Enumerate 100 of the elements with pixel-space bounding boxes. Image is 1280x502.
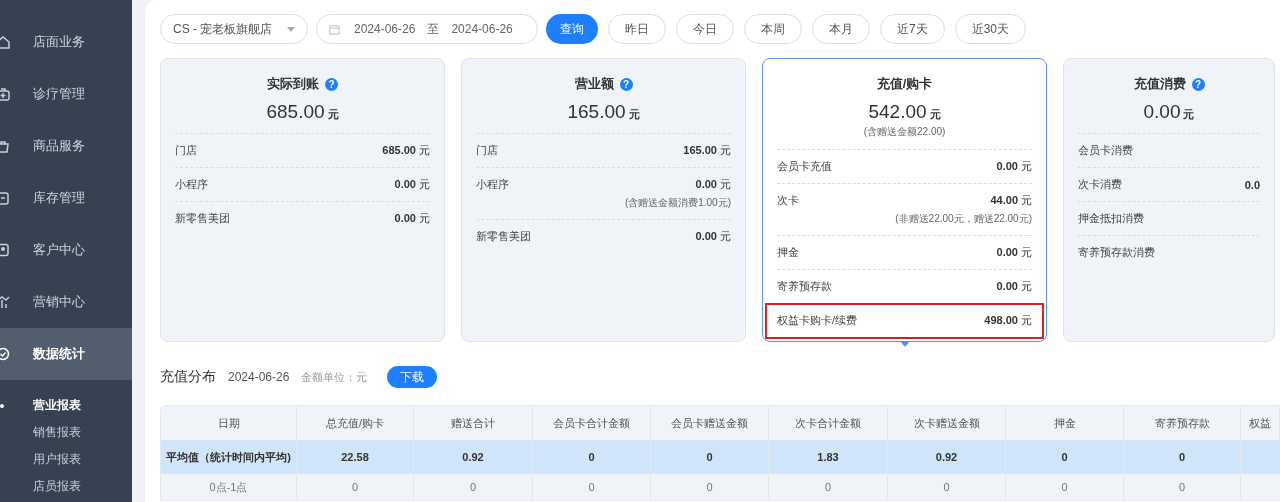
card-amount: 542.00 (868, 101, 927, 122)
row-label: 门店 (175, 143, 197, 158)
sidebar-item[interactable]: 库存管理 (0, 172, 132, 224)
house-icon (0, 35, 10, 49)
date-range-button[interactable]: 近30天 (954, 14, 1027, 44)
value-unit: 元 (720, 230, 731, 242)
row-value: 498.00 (984, 314, 1018, 326)
row-value: 0.00 (996, 160, 1018, 172)
date-range-button[interactable]: 本周 (744, 14, 802, 44)
table-cell: 0 (888, 474, 1006, 500)
query-button[interactable]: 查询 (546, 14, 598, 44)
column-header: 次卡赠送金额 (888, 406, 1006, 440)
row-value: 0.00 (996, 246, 1018, 258)
row-value: 0.00 (996, 280, 1018, 292)
row-label: 次卡消费 (1078, 177, 1122, 192)
submenu-item[interactable]: 用户报表 (0, 446, 132, 473)
row-label: 权益卡购卡/续费 (777, 313, 858, 328)
row-label: 寄养预存款 (777, 279, 832, 294)
amount-unit: 元 (628, 108, 640, 120)
range-separator: 至 (427, 20, 440, 38)
column-header: 权益 (1241, 406, 1280, 440)
sidebar-item[interactable]: 店面业务 (0, 16, 132, 68)
column-header: 总充值/购卡 (297, 406, 414, 440)
row-label: 押金 (777, 245, 799, 260)
row-label: 次卡 (777, 193, 799, 208)
summary-card[interactable]: 实际到账 ? 685.00 元 门店 685.00 元 小程序 0.00 元 新零售美团 0.00 元 (160, 58, 445, 342)
help-icon[interactable]: ? (619, 77, 633, 91)
value-unit: 元 (1021, 280, 1032, 292)
row-label: 新零售美团 (476, 229, 531, 244)
section-title: 充值分布 (160, 368, 216, 386)
start-date: 2024-06-26 (354, 22, 416, 36)
table-cell: 0 (769, 474, 888, 500)
column-header: 会员卡赠送金额 (651, 406, 769, 440)
row-value: 165.00 (683, 144, 717, 156)
value-unit: 元 (720, 144, 731, 156)
help-icon[interactable]: ? (325, 77, 338, 91)
card-amount: 685.00 (266, 101, 325, 122)
person-icon (0, 243, 10, 257)
unit-label: 金额单位：元 (301, 369, 368, 385)
date-range-button[interactable]: 今日 (676, 14, 734, 44)
row-label: 小程序 (476, 177, 509, 192)
submenu-item[interactable]: 店员报表 (0, 473, 132, 500)
value-unit: 元 (419, 144, 430, 156)
card-amount: 165.00 (567, 101, 626, 122)
row-value: 685.00 (382, 144, 416, 156)
bag-icon (0, 139, 10, 153)
amount-unit: 元 (327, 108, 339, 120)
row-value: 0.00 (394, 178, 416, 190)
row-value: 44.00 (990, 194, 1018, 206)
sidebar-item[interactable]: 诊疗管理 (0, 68, 132, 120)
briefcase-icon (0, 87, 10, 101)
chart-icon (0, 295, 10, 309)
row-value: 0.00 (695, 178, 717, 190)
value-unit: 元 (419, 212, 430, 224)
section-date: 2024-06-26 (228, 370, 290, 384)
card-title: 实际到账 (267, 75, 319, 93)
row-value: 0.0 (1244, 178, 1260, 191)
summary-card[interactable]: 充值消费 ? 0.00 元 会员卡消费 次卡消费 0.0 押金抵扣消费 寄养预存款消费 (1063, 58, 1275, 342)
table-cell: 0 (297, 474, 414, 500)
table-cell: 0 (651, 474, 769, 500)
row-note: (非赠送22.00元，赠送22.00元) (894, 212, 1032, 226)
submenu-item[interactable]: 营业报表 (0, 392, 132, 419)
row-label: 寄养预存款消费 (1078, 245, 1155, 260)
row-label: 会员卡消费 (1078, 143, 1133, 158)
summary-card[interactable]: 营业额 ? 165.00 元 门店 165.00 元 小程序 0.00 元 (含赠送金额消费1.00元) 新零售美团 0.00 元 (461, 58, 746, 342)
sidebar-item[interactable]: 数据统计 (0, 328, 132, 380)
column-header: 寄养预存款 (1124, 406, 1241, 440)
date-range-button[interactable]: 近7天 (880, 14, 945, 44)
card-title: 充值消费 (1133, 75, 1186, 93)
sidebar-item[interactable]: 商品服务 (0, 120, 132, 172)
column-header: 会员卡合计金额 (533, 406, 651, 440)
submenu-item[interactable]: 销售报表 (0, 419, 132, 446)
table-cell: 0 (1124, 474, 1241, 500)
box-icon (0, 191, 10, 205)
help-icon[interactable]: ? (1191, 77, 1205, 91)
row-label: 门店 (476, 143, 498, 158)
column-header: 赠送合计 (414, 406, 533, 440)
value-unit: 元 (1021, 194, 1032, 206)
row-label: 新零售美团 (175, 211, 230, 226)
sidebar-item[interactable]: 客户中心 (0, 224, 132, 276)
value-unit: 元 (1021, 246, 1032, 258)
sidebar-item[interactable]: 营销中心 (0, 276, 132, 328)
pointer-icon (899, 341, 910, 347)
row-label: 会员卡充值 (777, 159, 832, 174)
date-range-button[interactable]: 本月 (812, 14, 870, 44)
column-header: 次卡合计金额 (769, 406, 888, 440)
column-header: 日期 (161, 406, 297, 440)
amount-unit: 元 (929, 108, 941, 120)
value-unit: 元 (419, 178, 430, 190)
row-value: 0.00 (394, 212, 416, 224)
amount-unit: 元 (1183, 108, 1195, 120)
card-amount: 0.00 (1143, 101, 1181, 122)
value-unit: 元 (1021, 314, 1032, 326)
column-header: 押金 (1006, 406, 1124, 440)
value-unit: 元 (1021, 160, 1032, 172)
value-unit: 元 (720, 178, 731, 190)
table-cell: 0点-1点 (161, 474, 297, 500)
date-range-button[interactable]: 昨日 (608, 14, 666, 44)
row-note: (含赠送金额消费1.00元) (623, 196, 731, 210)
download-button[interactable]: 下载 (387, 366, 438, 388)
